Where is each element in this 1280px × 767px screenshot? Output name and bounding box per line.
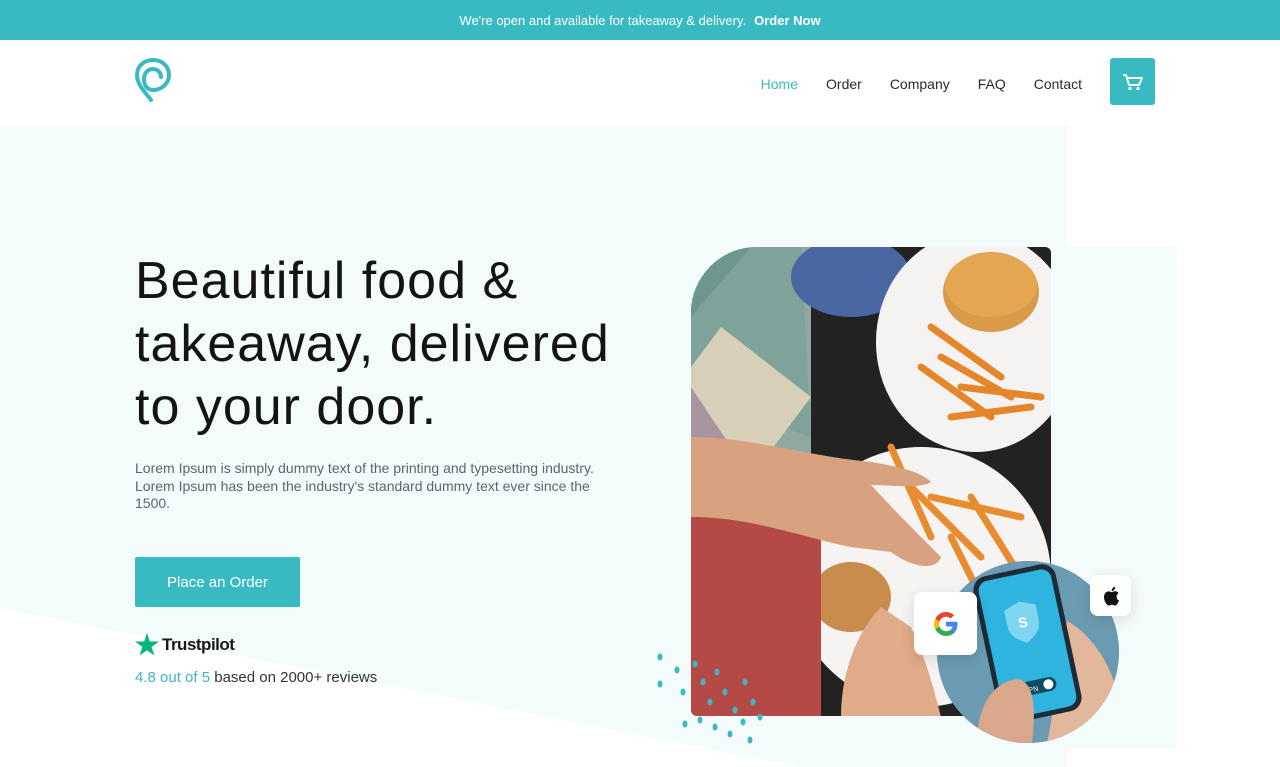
nav-company[interactable]: Company [890,76,950,92]
nav-home[interactable]: Home [761,76,798,92]
rating-score: 4.8 out of 5 [135,669,211,686]
trustpilot-label: Trustpilot [162,634,235,654]
nav-faq[interactable]: FAQ [978,76,1006,92]
announcement-text: We're open and available for takeaway & … [459,12,747,28]
apple-icon [1103,586,1119,606]
decorative-dots [657,653,763,744]
hero-headline: Beautiful food & takeaway, delivered to … [135,250,695,439]
headline-line-2: takeaway, delivered [135,315,610,373]
site-header: Home Order Company FAQ Contact [0,40,1280,126]
rating-suffix: based on 2000+ reviews [214,669,378,686]
nav-contact[interactable]: Contact [1034,76,1082,92]
nav-order[interactable]: Order [826,76,862,92]
hero-description: Lorem Ipsum is simply dummy text of the … [135,460,594,511]
rating-summary: 4.8 out of 5 based on 2000+ reviews [135,669,377,686]
place-order-button[interactable]: Place an Order [135,557,300,607]
main-nav: Home Order Company FAQ Contact [761,76,1082,92]
location-pin-logo-icon[interactable] [134,57,172,103]
announcement-bar: We're open and available for takeaway & … [0,0,1280,40]
order-now-link[interactable]: Order Now [754,13,820,28]
google-icon [933,611,957,636]
app-store-badge[interactable] [1090,575,1131,616]
trustpilot-logo[interactable]: Trustpilot [135,633,235,656]
google-play-badge[interactable] [914,592,977,655]
cart-icon [1122,73,1143,90]
trustpilot-star-icon [135,633,159,656]
headline-line-1: Beautiful food & [135,252,519,310]
cart-button[interactable] [1110,58,1155,105]
headline-line-3: to your door. [135,378,438,436]
